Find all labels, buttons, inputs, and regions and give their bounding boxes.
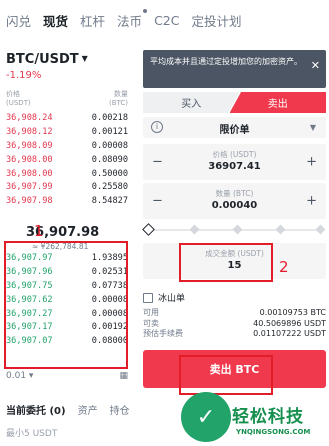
price-field[interactable]: − 价格 (USDT) 36907.41 +	[143, 144, 326, 180]
sellable-row: 可卖 40.5069896 USDT	[143, 319, 326, 330]
ask-row[interactable]: 36,907.98 8.54827	[6, 194, 128, 208]
orderbook-header: 价格 (USDT) 数量 (BTC)	[6, 90, 128, 108]
ask-amount: 0.00121	[91, 126, 128, 137]
tab-fiat[interactable]: 法币	[117, 8, 148, 30]
ask-price: 36,908.24	[6, 112, 53, 123]
ask-amount: 8.54827	[91, 196, 128, 207]
pair-name: BTC/USDT	[6, 52, 79, 67]
available-row: 可用 0.00109753 BTC	[143, 308, 326, 319]
buy-sell-toggle: 买入 卖出	[143, 92, 326, 113]
buy-tab[interactable]: 买入	[143, 92, 240, 113]
sellable-label: 可卖	[143, 318, 159, 328]
watermark-url: YNQINGSONG.COM	[236, 428, 311, 436]
ask-row[interactable]: 36,908.24 0.00218	[6, 111, 128, 125]
ask-row[interactable]: 36,908.00 0.08090	[6, 153, 128, 167]
price-value: 36907.41	[208, 161, 261, 172]
balance-info: 可用 0.00109753 BTC 可卖 40.5069896 USDT 预估手续费…	[143, 308, 326, 340]
layout-toggle-icon[interactable]: ▦	[119, 371, 128, 385]
ask-row[interactable]: 36,908.00 0.50000	[6, 167, 128, 181]
slider-knob[interactable]	[142, 223, 155, 236]
annotation-box-total	[179, 243, 273, 282]
slider-tick[interactable]	[232, 224, 243, 235]
amount-plus-button[interactable]: +	[306, 194, 317, 209]
close-icon[interactable]: ✕	[311, 60, 320, 72]
tab-open-orders[interactable]: 当前委托 (0)	[6, 402, 66, 417]
sellable-value: 40.5069896 USDT	[253, 318, 326, 328]
price-change: -1.19%	[6, 70, 42, 81]
top-tabs: 闪兑 现货 杠杆 法币 C2C 定投计划	[0, 0, 329, 40]
ask-price: 36,908.00	[6, 154, 53, 165]
ask-amount: 0.00218	[91, 112, 128, 123]
price-label: 价格 (USDT)	[212, 150, 257, 159]
order-tabs: 当前委托 (0) 资产 持仓	[6, 402, 130, 417]
slider-tick[interactable]	[189, 224, 200, 235]
amount-field[interactable]: − 数量 (BTC) 0.00040 +	[143, 183, 326, 219]
ask-price: 36,908.00	[6, 168, 53, 179]
fee-label: 预估手续费	[143, 329, 183, 338]
ask-price: 36,907.98	[6, 196, 53, 207]
annotation-box-sell	[179, 355, 273, 395]
min-order-text: 最小5 USDT	[6, 429, 58, 439]
iceberg-label: 冰山单	[158, 294, 186, 304]
annotation-box-bids	[4, 241, 128, 369]
tab-swap[interactable]: 闪兑	[6, 11, 31, 30]
order-type-select[interactable]: i 限价单 ▼	[143, 117, 326, 138]
watermark-logo-icon: ✓	[181, 392, 231, 442]
tab-margin[interactable]: 杠杆	[80, 11, 105, 30]
fee-value: 0.01107222 USDT	[253, 329, 326, 338]
amount-label: 数量 (BTC)	[215, 189, 254, 198]
annotation-label-2: 2	[279, 258, 289, 276]
amount-header: 数量 (BTC)	[108, 90, 128, 107]
order-type-value: 限价单	[219, 125, 250, 136]
tab-assets[interactable]: 资产	[78, 402, 98, 417]
tab-fiat-label: 法币	[117, 13, 143, 29]
price-plus-button[interactable]: +	[306, 155, 317, 170]
tooltip-text: 平均成本并且通过定投增加您的加密资产。	[150, 57, 302, 66]
tab-c2c[interactable]: C2C	[154, 13, 179, 28]
iceberg-checkbox[interactable]	[143, 292, 153, 303]
tab-positions[interactable]: 持仓	[110, 402, 130, 417]
amount-slider[interactable]	[142, 223, 326, 236]
iceberg-option[interactable]: 冰山单	[143, 291, 185, 304]
sell-tab[interactable]: 卖出	[229, 92, 326, 113]
precision-bar: 0.01 ▾ ▦	[6, 371, 128, 385]
annotation-label-1: 1	[34, 222, 44, 240]
slider-tick[interactable]	[275, 224, 286, 235]
caret-down-icon: ▼	[309, 123, 316, 132]
available-value: 0.00109753 BTC	[259, 308, 326, 317]
ask-price: 36,908.12	[6, 126, 53, 137]
fee-row: 预估手续费 0.01107222 USDT	[143, 329, 326, 340]
ask-price: 36,907.99	[6, 182, 53, 193]
precision-select[interactable]: 0.01 ▾	[6, 371, 33, 385]
ask-row[interactable]: 36,907.99 0.25580	[6, 180, 128, 194]
caret-down-icon: ▼	[81, 54, 88, 63]
watermark-title: 轻松科技	[232, 407, 304, 427]
precision-value: 0.01	[6, 371, 27, 381]
ask-price: 36,908.09	[6, 140, 53, 151]
pair-selector[interactable]: BTC/USDT ▼	[6, 52, 88, 67]
ask-amount: 0.08090	[91, 154, 128, 165]
tab-auto-invest[interactable]: 定投计划	[191, 11, 241, 30]
ask-amount: 0.00008	[91, 140, 128, 151]
notification-dot-icon	[143, 8, 148, 13]
amount-value: 0.00040	[211, 200, 258, 211]
ask-amount: 0.25580	[91, 182, 128, 193]
available-label: 可用	[143, 308, 159, 317]
ask-row[interactable]: 36,908.12 0.00121	[6, 125, 128, 139]
tab-spot[interactable]: 现货	[43, 11, 68, 30]
ask-amount: 0.50000	[91, 168, 128, 179]
ask-row[interactable]: 36,908.09 0.00008	[6, 139, 128, 153]
auto-invest-tooltip: 平均成本并且通过定投增加您的加密资产。 ✕	[143, 50, 326, 88]
asks-list: 36,908.24 0.00218 36,908.12 0.00121 36,908…	[6, 111, 128, 208]
slider-tick[interactable]	[315, 224, 326, 235]
